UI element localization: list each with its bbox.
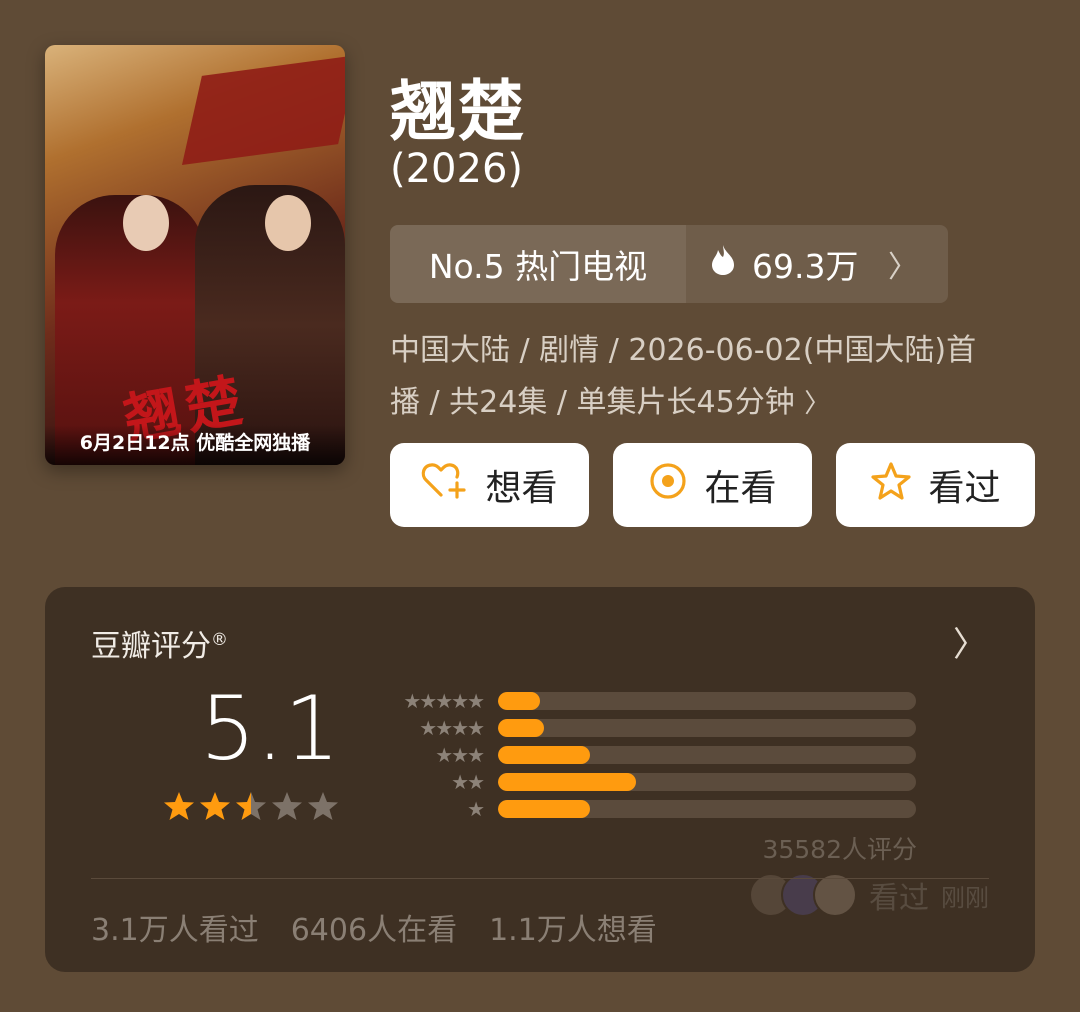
rating-score: 5.1 <box>200 677 340 780</box>
distribution-row: ★ <box>375 795 916 822</box>
heat-section[interactable]: 69.3万 〉 <box>686 225 948 303</box>
fire-icon <box>710 244 736 284</box>
distribution-bar <box>498 745 916 764</box>
distribution-row: ★★★ <box>375 741 916 768</box>
star-icon <box>199 790 231 826</box>
watch-stats: 3.1万人看过 6406人在看 1.1万人想看 <box>91 905 657 949</box>
rating-heading: 豆瓣评分® <box>91 629 228 664</box>
heart-plus-icon <box>421 461 469 510</box>
distribution-bar <box>498 718 916 737</box>
poster-face-left <box>123 195 169 251</box>
rating-stars <box>163 790 339 826</box>
distribution-stars-icon: ★★★ <box>435 742 485 767</box>
rating-distribution: ★★★★★ ★★★★ ★★★ ★★ ★ <box>375 687 916 822</box>
recent-label: 看过 <box>869 881 929 916</box>
star-icon <box>271 790 303 826</box>
chevron-right-icon: 〉 <box>888 250 918 285</box>
distribution-stars-icon: ★ <box>467 796 485 821</box>
show-year: (2026) <box>390 146 524 192</box>
distribution-bar <box>498 799 916 818</box>
show-title: 翘楚 <box>390 73 526 150</box>
rating-count: 35582人评分 <box>762 835 917 864</box>
want-to-watch-label: 想看 <box>485 468 558 509</box>
distribution-stars-icon: ★★ <box>451 769 485 794</box>
chevron-right-icon: 〉 <box>804 389 831 419</box>
avatar <box>813 873 857 917</box>
distribution-bar-fill <box>498 799 590 818</box>
want-count: 1.1万人想看 <box>489 913 657 948</box>
distribution-stars-icon: ★★★★★ <box>403 688 485 713</box>
rating-card[interactable]: 豆瓣评分® 〉 5.1 ★★★★★ ★★★★ ★★★ ★★ ★ 35582人评分 看过 … <box>45 587 1035 972</box>
distribution-stars-icon: ★★★★ <box>419 715 485 740</box>
avatar-group <box>749 873 857 917</box>
rank-banner[interactable]: No.5 热门电视 69.3万 〉 <box>390 225 948 303</box>
distribution-bar <box>498 691 916 710</box>
star-icon <box>235 790 267 826</box>
chevron-right-icon[interactable]: 〉 <box>953 617 987 666</box>
distribution-row: ★★ <box>375 768 916 795</box>
watched-count: 3.1万人看过 <box>91 913 259 948</box>
star-outline-icon <box>870 461 912 510</box>
star-icon <box>307 790 339 826</box>
watched-button[interactable]: 看过 <box>836 443 1035 527</box>
poster-face-right <box>265 195 311 251</box>
distribution-bar-fill <box>498 718 544 737</box>
rank-label: No.5 热门电视 <box>390 225 686 303</box>
meta-line: 中国大陆 / 剧情 / 2026-06-02(中国大陆)首 <box>390 333 977 368</box>
target-icon <box>648 461 688 510</box>
show-meta[interactable]: 中国大陆 / 剧情 / 2026-06-02(中国大陆)首 播 / 共24集 /… <box>390 325 1040 430</box>
watching-button[interactable]: 在看 <box>613 443 812 527</box>
distribution-row: ★★★★★ <box>375 687 916 714</box>
heat-value: 69.3万 <box>752 247 859 286</box>
recent-activity[interactable]: 看过 刚刚 <box>749 873 989 917</box>
distribution-bar-fill <box>498 691 540 710</box>
poster-image[interactable]: 翘楚 6月2日12点 优酷全网独播 <box>45 45 345 465</box>
watched-label: 看过 <box>928 468 1001 509</box>
star-icon <box>163 790 195 826</box>
watching-count: 6406人在看 <box>290 913 458 948</box>
distribution-bar-fill <box>498 745 590 764</box>
want-to-watch-button[interactable]: 想看 <box>390 443 589 527</box>
meta-line-2: 播 / 共24集 / 单集片长45分钟 〉 <box>390 385 831 420</box>
poster-caption: 6月2日12点 优酷全网独播 <box>45 425 345 465</box>
distribution-bar-fill <box>498 772 636 791</box>
distribution-row: ★★★★ <box>375 714 916 741</box>
watching-label: 在看 <box>704 468 777 509</box>
poster-flag <box>181 54 345 166</box>
action-buttons: 想看 在看 看过 <box>390 443 1035 527</box>
recent-time: 刚刚 <box>941 883 989 912</box>
divider <box>91 878 989 879</box>
distribution-bar <box>498 772 916 791</box>
